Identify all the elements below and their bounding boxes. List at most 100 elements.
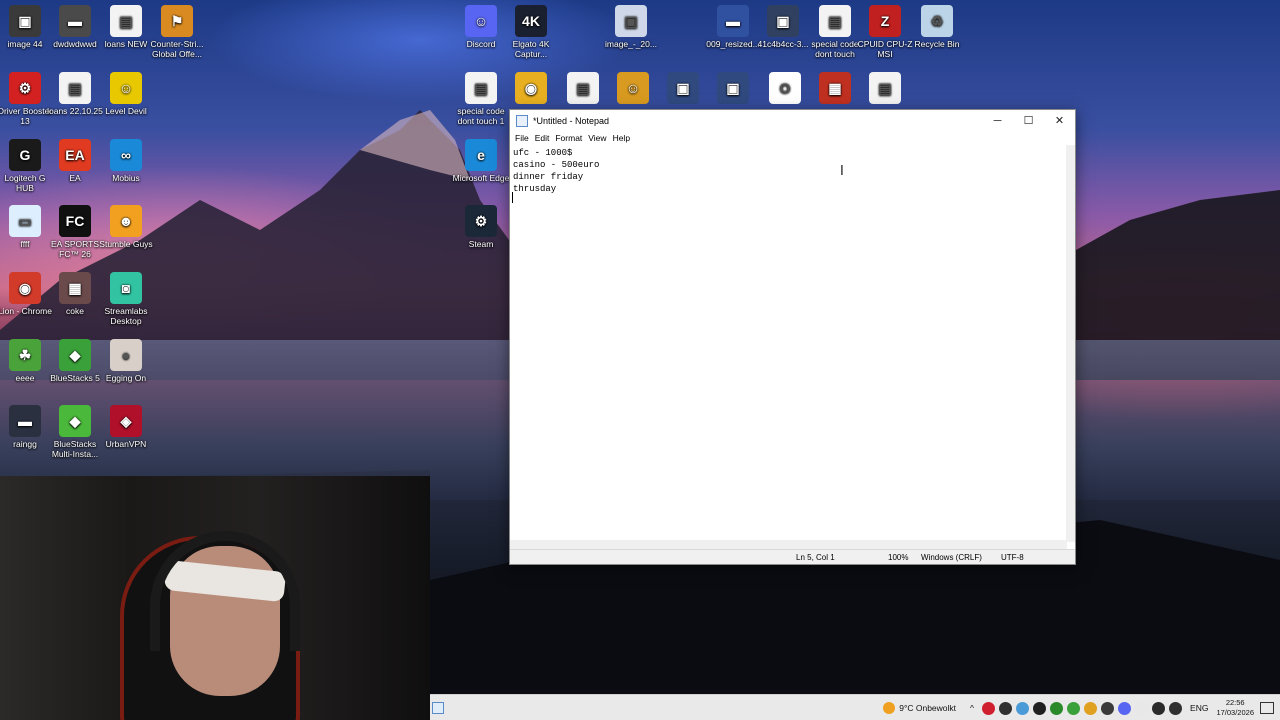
- notepad-app-icon: [516, 114, 528, 127]
- show-hidden-icons-icon[interactable]: ^: [970, 703, 974, 713]
- desktop-icon[interactable]: ▬ dwdwdwwd: [46, 5, 104, 49]
- menu-edit[interactable]: Edit: [534, 133, 555, 143]
- desktop-icon[interactable]: ♻ Recycle Bin: [908, 5, 966, 49]
- desktop-icon-label: Recycle Bin: [914, 39, 960, 49]
- desktop-icon-image: ▬: [717, 5, 749, 37]
- window-title: *Untitled - Notepad: [533, 115, 610, 126]
- desktop-icon[interactable]: ☻ Stumble Guys: [97, 205, 155, 249]
- desktop-icon[interactable]: ⚙ Steam: [452, 205, 510, 249]
- desktop-icon-image: ◈: [110, 405, 142, 437]
- desktop-icon-image: ☺: [110, 72, 142, 104]
- desktop-icon-label: image_-_20...: [605, 39, 657, 49]
- weather-text[interactable]: 9°C Onbewolkt: [899, 703, 956, 713]
- desktop-icon[interactable]: ◙ Streamlabs Desktop: [97, 272, 155, 326]
- desktop-icon[interactable]: ∞ Mobius: [97, 139, 155, 183]
- menu-file[interactable]: File: [514, 133, 534, 143]
- horizontal-scrollbar[interactable]: [510, 540, 1067, 549]
- desktop-icon-image: ⚙: [9, 72, 41, 104]
- desktop-icon[interactable]: 4K Elgato 4K Captur...: [502, 5, 560, 59]
- desktop-icon[interactable]: e Microsoft Edge: [452, 139, 510, 183]
- notepad-window[interactable]: *Untitled - Notepad ─ ☐ ✕ File Edit Form…: [509, 109, 1076, 565]
- desktop-icon-image: 4K: [515, 5, 547, 37]
- desktop-icon[interactable]: ● Egging On: [97, 339, 155, 383]
- notepad-titlebar[interactable]: *Untitled - Notepad ─ ☐ ✕: [510, 110, 1075, 131]
- desktop-icon[interactable]: ▣: [704, 72, 762, 106]
- tray-app-icon[interactable]: [1118, 701, 1132, 715]
- desktop-icon[interactable]: ▤: [856, 72, 914, 106]
- close-button[interactable]: ✕: [1044, 110, 1075, 131]
- line-ending: Windows (CRLF): [921, 552, 982, 562]
- maximize-button[interactable]: ☐: [1013, 110, 1044, 131]
- desktop-icon-image: e: [465, 139, 497, 171]
- desktop-icon[interactable]: ⚑ Counter-Stri... Global Offe...: [148, 5, 206, 59]
- desktop-icon-image: ♻: [921, 5, 953, 37]
- desktop-icon-image: ▣: [717, 72, 749, 104]
- weather-icon[interactable]: [883, 702, 896, 714]
- desktop-icon-label: Microsoft Edge: [452, 173, 510, 183]
- desktop-icon[interactable]: ◆ BlueStacks 5: [46, 339, 104, 383]
- tray-app-icon[interactable]: [1135, 701, 1149, 715]
- desktop-icon-image: ▤: [819, 5, 851, 37]
- desktop-icon[interactable]: ☺ Level Devil: [97, 72, 155, 116]
- cursor-position: Ln 5, Col 1: [796, 552, 835, 562]
- vertical-scrollbar[interactable]: [1066, 145, 1075, 542]
- desktop-icon-image: O: [769, 72, 801, 104]
- tray-app-icon[interactable]: [1084, 701, 1098, 715]
- encoding: UTF-8: [1001, 552, 1024, 562]
- desktop-icon-image: ∞: [110, 139, 142, 171]
- minimize-button[interactable]: ─: [982, 110, 1013, 131]
- desktop-icon[interactable]: FC EA SPORTS FC™ 26: [46, 205, 104, 259]
- desktop-icon[interactable]: ◉: [502, 72, 560, 106]
- desktop-icon-image: ◉: [9, 272, 41, 304]
- desktop-icon[interactable]: ▣ image_-_20...: [602, 5, 660, 49]
- taskbar-notepad-icon[interactable]: [430, 695, 446, 720]
- clock-date: 17/03/2026: [1216, 708, 1254, 717]
- desktop-icon[interactable]: EA EA: [46, 139, 104, 183]
- desktop-icon[interactable]: Z CPUID CPU-Z MSI: [856, 5, 914, 59]
- tray-app-icon[interactable]: [982, 701, 996, 715]
- tray-app-icon[interactable]: [1016, 701, 1030, 715]
- tray-app-icon[interactable]: [1033, 701, 1047, 715]
- desktop-icon-label: 41c4b4cc-3...: [757, 39, 809, 49]
- desktop-icon-label: CPUID CPU-Z MSI: [857, 39, 913, 59]
- desktop-icon-label: dwdwdwwd: [53, 39, 97, 49]
- desktop-icon[interactable]: ▤ loans 22.10.25: [46, 72, 104, 116]
- desktop-icon-image: ◆: [59, 405, 91, 437]
- desktop-icon[interactable]: ◈ UrbanVPN: [97, 405, 155, 449]
- desktop-icon-label: Steam: [468, 239, 494, 249]
- language-indicator[interactable]: ENG: [1190, 703, 1208, 713]
- system-tray: 9°C Onbewolkt ^ ENG 22:56 17/03/2026: [883, 695, 1280, 720]
- desktop-icon-image: ▤: [59, 72, 91, 104]
- desktop-icon-label: EA SPORTS FC™ 26: [50, 239, 100, 259]
- desktop-icon-label: Elgato 4K Captur...: [512, 39, 550, 59]
- tray-app-icon[interactable]: [1152, 701, 1166, 715]
- desktop-icon[interactable]: ▤ loans NEW: [97, 5, 155, 49]
- desktop-icon-image: ⚑: [161, 5, 193, 37]
- desktop-icon-image: ▤: [465, 72, 497, 104]
- tray-app-icon[interactable]: [1050, 701, 1064, 715]
- desktop-icon-label: Level Devil: [105, 106, 147, 116]
- clock[interactable]: 22:56 17/03/2026: [1216, 698, 1254, 718]
- menu-view[interactable]: View: [587, 133, 611, 143]
- notifications-icon[interactable]: [1260, 702, 1274, 714]
- desktop-icon-image: ☺: [617, 72, 649, 104]
- desktop-icon-image: ▣: [667, 72, 699, 104]
- desktop-icon[interactable]: ▦ coke: [46, 272, 104, 316]
- tray-icons: [980, 701, 1184, 715]
- desktop-icon-label: special code dont touch 1: [457, 106, 505, 126]
- desktop-icon-image: ▦: [59, 272, 91, 304]
- tray-app-icon[interactable]: [1169, 701, 1183, 715]
- tray-app-icon[interactable]: [1101, 701, 1115, 715]
- tray-app-icon[interactable]: [999, 701, 1013, 715]
- desktop-icon-label: Egging On: [105, 373, 147, 383]
- menu-format[interactable]: Format: [554, 133, 587, 143]
- desktop-icon-image: ⚙: [465, 205, 497, 237]
- desktop-icon-label: coke: [66, 306, 84, 316]
- desktop-icon[interactable]: ▣ 41c4b4cc-3...: [754, 5, 812, 49]
- notepad-text-area[interactable]: ufc - 1000$ casino - 500euro dinner frid…: [510, 145, 1067, 540]
- desktop-icon-image: G: [9, 139, 41, 171]
- menu-help[interactable]: Help: [612, 133, 635, 143]
- tray-app-icon[interactable]: [1067, 701, 1081, 715]
- desktop-icon[interactable]: ◆ BlueStacks Multi-Insta...: [46, 405, 104, 459]
- notepad-statusbar: Ln 5, Col 1 100% Windows (CRLF) UTF-8: [510, 549, 1075, 564]
